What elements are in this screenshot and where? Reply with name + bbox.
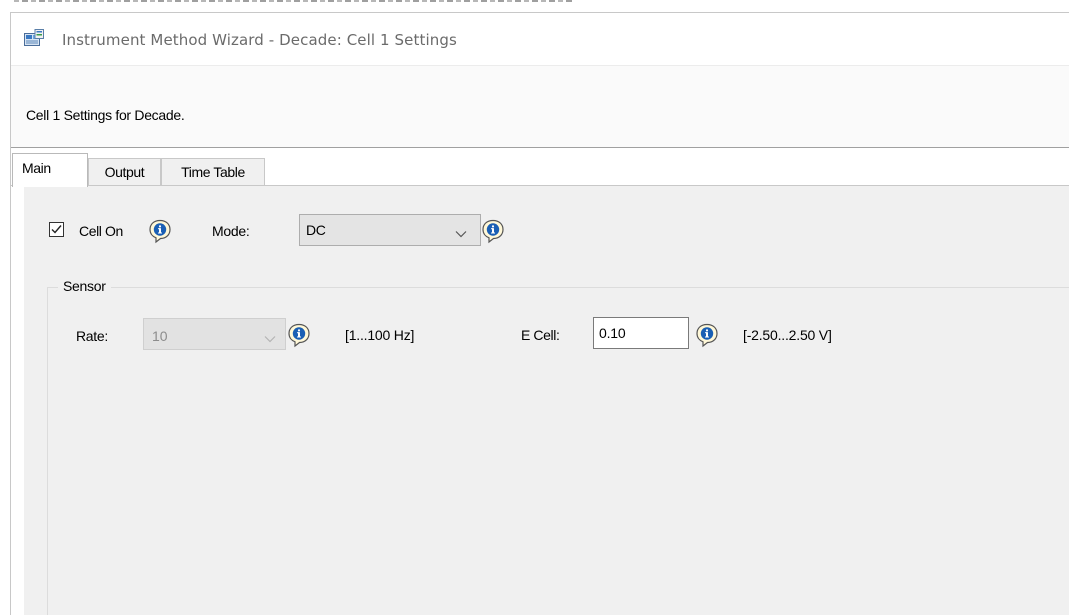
rate-dropdown-value[interactable]: 10 bbox=[152, 328, 168, 344]
instrument-method-wizard-icon bbox=[24, 29, 44, 47]
window-title: Instrument Method Wizard - Decade: Cell … bbox=[62, 31, 457, 49]
mode-dropdown[interactable] bbox=[299, 214, 481, 246]
ecell-input[interactable] bbox=[593, 317, 689, 349]
info-icon[interactable] bbox=[286, 322, 312, 348]
checkmark-icon bbox=[51, 225, 62, 234]
ecell-range-text: [-2.50...2.50 V] bbox=[743, 327, 832, 343]
cell-on-checkbox[interactable] bbox=[49, 222, 64, 237]
mode-label: Mode: bbox=[212, 223, 250, 239]
info-icon[interactable] bbox=[694, 322, 720, 348]
tab-main[interactable]: Main bbox=[12, 153, 88, 187]
tab-time-table[interactable]: Time Table bbox=[161, 158, 265, 185]
chevron-down-icon[interactable] bbox=[264, 331, 276, 346]
wizard-header-text: Cell 1 Settings for Decade. bbox=[26, 107, 185, 123]
mode-dropdown-value[interactable]: DC bbox=[306, 222, 326, 238]
cell-on-label[interactable]: Cell On bbox=[79, 223, 123, 239]
chevron-down-icon[interactable] bbox=[455, 226, 467, 241]
window-top-edge bbox=[0, 0, 1069, 12]
info-icon[interactable] bbox=[147, 218, 173, 244]
tab-output[interactable]: Output bbox=[88, 158, 161, 185]
info-icon[interactable] bbox=[480, 218, 506, 244]
rate-range-text: [1...100 Hz] bbox=[345, 327, 415, 343]
background-window-remnant bbox=[14, 0, 574, 2]
rate-label: Rate: bbox=[76, 328, 108, 344]
ecell-label: E Cell: bbox=[521, 327, 560, 343]
sensor-group-label: Sensor bbox=[58, 278, 111, 294]
